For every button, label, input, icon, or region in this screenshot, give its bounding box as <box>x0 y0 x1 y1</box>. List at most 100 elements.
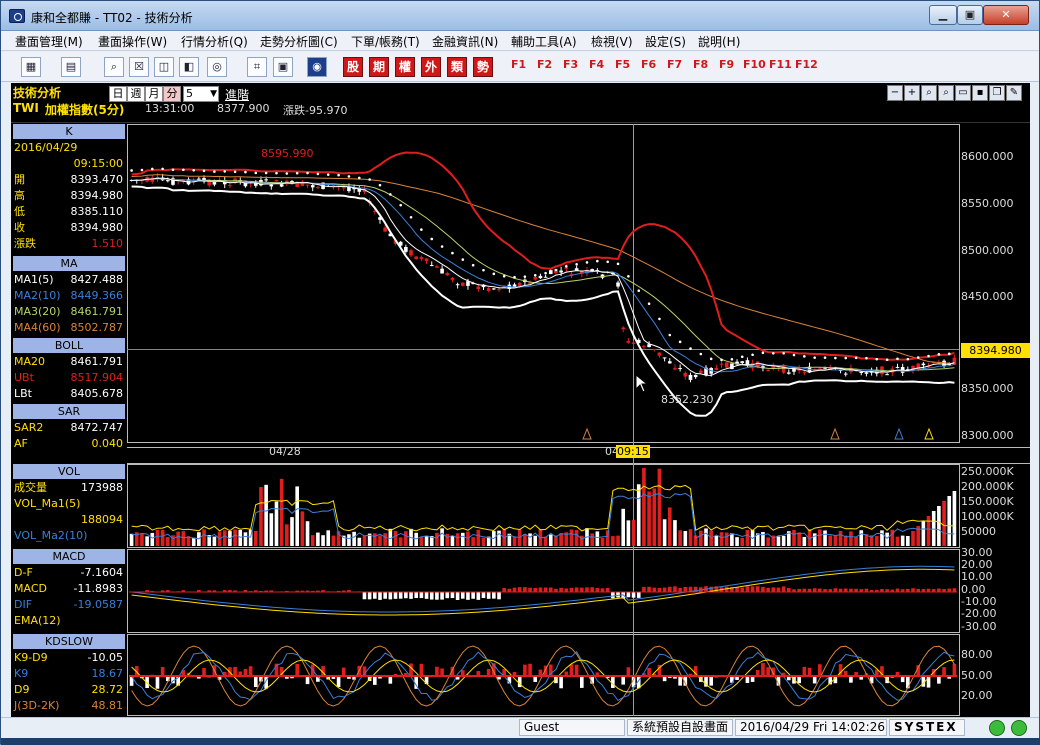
sar-dot <box>637 289 640 292</box>
menu-item-order-account[interactable]: 下單/帳務(T) <box>351 33 420 50</box>
menu-item-tools[interactable]: 輔助工具(A) <box>511 33 577 50</box>
volume-bar <box>295 486 299 546</box>
menu-item-settings[interactable]: 設定(S) <box>645 33 686 50</box>
macd-bar <box>787 588 791 592</box>
category-button[interactable]: 類 <box>447 57 467 77</box>
sar-dot <box>172 168 175 171</box>
candle-body <box>197 179 201 180</box>
macd-bar <box>947 589 951 592</box>
brand-logo: SYSTEX <box>889 719 965 736</box>
foreign-button[interactable]: 外 <box>421 57 441 77</box>
volume-bar <box>782 536 786 546</box>
link-icon[interactable]: ⌗ <box>247 57 267 77</box>
menu-item-quote-analysis[interactable]: 行情分析(Q) <box>181 33 248 50</box>
kd-bar <box>766 667 770 676</box>
sar-dot <box>130 169 133 172</box>
f2-key[interactable]: F2 <box>537 58 552 71</box>
sar-dot <box>410 216 413 219</box>
macd-bar <box>782 586 786 592</box>
macd-bar <box>559 588 563 592</box>
f1-key[interactable]: F1 <box>511 58 526 71</box>
volume-bar <box>834 535 838 546</box>
f8-key[interactable]: F8 <box>693 58 708 71</box>
macd-bar <box>487 592 491 599</box>
macd-bar <box>751 586 755 592</box>
menu-item-screen-operate[interactable]: 畫面操作(W) <box>98 33 167 50</box>
candle-body <box>435 266 439 267</box>
monitor-icon[interactable]: ▤ <box>61 57 81 77</box>
title-bar: 康和全都賺 - TT02 - 技術分析 ▁ ▣ ✕ <box>1 1 1039 31</box>
f5-key[interactable]: F5 <box>615 58 630 71</box>
volume-bar <box>461 533 465 546</box>
macd-bar <box>818 589 822 592</box>
candle-body <box>746 360 750 364</box>
volume-bar <box>735 537 739 546</box>
kd-tick-label: 80.00 <box>961 648 993 661</box>
macd-bar <box>404 592 408 598</box>
price-tick-label: 8350.000 <box>961 382 1014 395</box>
macd-bar <box>911 588 915 592</box>
close-box-icon[interactable]: ☒ <box>129 57 149 77</box>
split-icon[interactable]: ◧ <box>179 57 199 77</box>
f7-key[interactable]: F7 <box>667 58 682 71</box>
volume-bar <box>321 535 325 546</box>
volume-bar <box>213 537 217 546</box>
f4-key[interactable]: F4 <box>589 58 604 71</box>
menu-item-trend-chart[interactable]: 走勢分析圖(C) <box>260 33 338 50</box>
f12-key[interactable]: F12 <box>795 58 818 71</box>
candle-body <box>740 361 744 363</box>
zoom-icon[interactable]: ⌕ <box>104 57 124 77</box>
f6-key[interactable]: F6 <box>641 58 656 71</box>
options-button[interactable]: 權 <box>395 57 415 77</box>
menu-item-screen-manage[interactable]: 畫面管理(M) <box>15 33 83 50</box>
window-icon[interactable]: ◫ <box>154 57 174 77</box>
close-button[interactable]: ✕ <box>983 5 1029 25</box>
volume-bar <box>161 530 165 546</box>
menu-item-financial-info[interactable]: 金融資訊(N) <box>432 33 498 50</box>
candle-body <box>865 372 869 373</box>
candle-body <box>316 187 320 188</box>
globe-icon[interactable]: ◎ <box>207 57 227 77</box>
volume-bar <box>223 530 227 546</box>
f11-key[interactable]: F11 <box>769 58 792 71</box>
maximize-button[interactable]: ▣ <box>957 5 983 25</box>
macd-tick-label: -20.00 <box>961 607 996 620</box>
stock-button[interactable]: 股 <box>343 57 363 77</box>
volume-bar <box>725 533 729 546</box>
kd-bar <box>627 667 631 676</box>
volume-bar <box>730 533 734 546</box>
candle-body <box>570 274 574 275</box>
sar-dot <box>141 169 144 172</box>
volume-bar <box>678 530 682 546</box>
f3-key[interactable]: F3 <box>563 58 578 71</box>
f10-key[interactable]: F10 <box>743 58 766 71</box>
volume-bar <box>363 535 367 546</box>
server-status-icon <box>1011 720 1027 736</box>
screen-icon[interactable]: ▣ <box>273 57 293 77</box>
mouse-cursor-icon <box>635 374 649 394</box>
f9-key[interactable]: F9 <box>719 58 734 71</box>
macd-bar <box>616 592 620 597</box>
macd-bar <box>414 592 418 598</box>
sar-dot <box>948 353 951 356</box>
menu-item-help[interactable]: 說明(H) <box>698 33 740 50</box>
chart-canvas[interactable]: 8600.0008550.0008500.0008450.0008350.000… <box>11 83 1030 717</box>
layout-icon[interactable]: ▦ <box>21 57 41 77</box>
volume-bar <box>523 534 527 546</box>
volume-bar <box>813 533 817 546</box>
volume-bar <box>440 528 444 546</box>
candle-body <box>673 368 677 369</box>
volume-bar <box>632 520 636 546</box>
trend-button[interactable]: 勢 <box>473 57 493 77</box>
minimize-button[interactable]: ▁ <box>929 5 957 25</box>
sar-dot <box>865 357 868 360</box>
sar-dot <box>482 269 485 272</box>
sar-dot <box>565 265 568 268</box>
kd-tick-label: 20.00 <box>961 689 993 702</box>
systex-icon[interactable]: ◉ <box>307 57 327 77</box>
menu-item-view[interactable]: 檢視(V) <box>591 33 633 50</box>
futures-button[interactable]: 期 <box>369 57 389 77</box>
volume-bar <box>740 538 744 546</box>
macd-bar <box>518 587 522 592</box>
volume-bar <box>202 529 206 546</box>
